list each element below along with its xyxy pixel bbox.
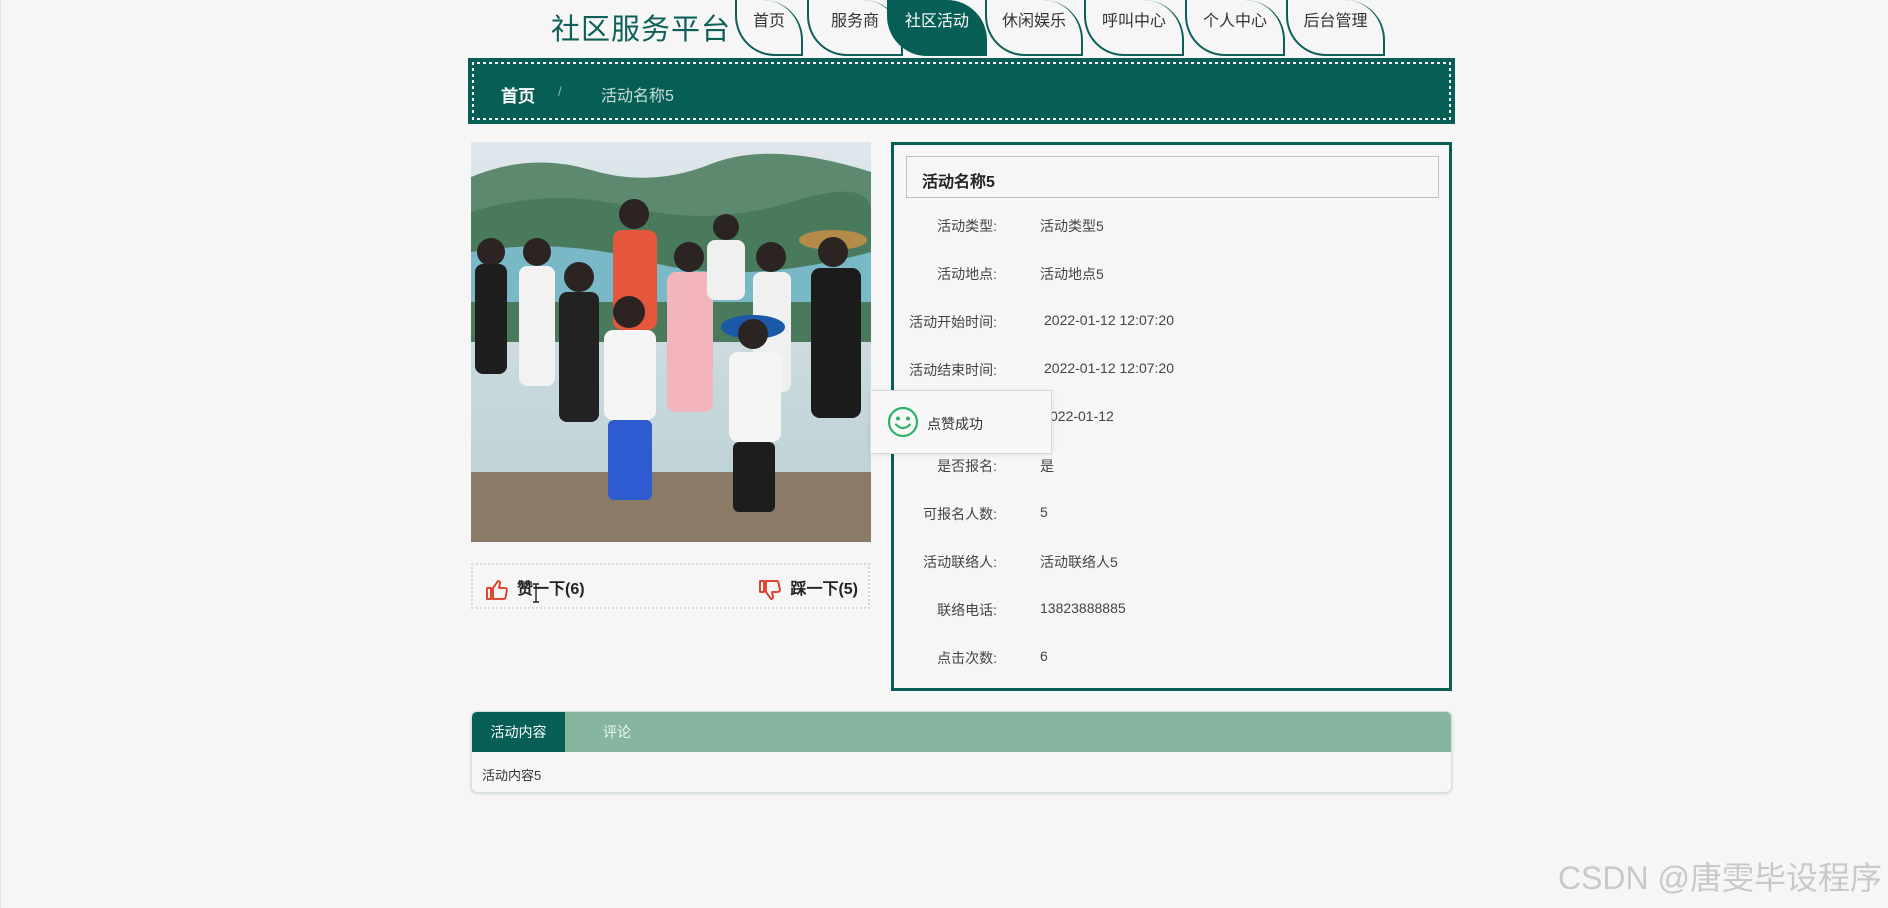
detail-title: 活动名称5 xyxy=(922,174,995,191)
field-label: 活动类型: xyxy=(937,218,997,234)
smile-icon xyxy=(887,406,919,438)
field-label: 活动联络人: xyxy=(923,554,997,570)
field-value: 2022-01-12 12:07:20 xyxy=(1044,312,1174,328)
nav-leisure[interactable]: 休闲娱乐 xyxy=(985,0,1083,56)
nav-call-center[interactable]: 呼叫中心 xyxy=(1084,0,1184,56)
field-value: 6 xyxy=(1040,648,1048,664)
field-row-end-time: 活动结束时间: 2022-01-12 12:07:20 xyxy=(894,360,1449,380)
tab-activity-content[interactable]: 活动内容 xyxy=(472,712,565,752)
field-row-capacity: 可报名人数: 5 xyxy=(894,504,1449,524)
field-value: 活动联络人5 xyxy=(1040,554,1118,570)
nav-personal-center[interactable]: 个人中心 xyxy=(1185,0,1285,56)
watermark: CSDN @唐雯毕设程序 xyxy=(1557,860,1882,896)
field-label: 可报名人数: xyxy=(923,506,997,522)
field-row-registered: 是否报名: 是 xyxy=(894,456,1449,476)
toast-message: 点赞成功 xyxy=(927,416,983,432)
nav-community-activities[interactable]: 社区活动 xyxy=(887,0,987,56)
field-label: 联络电话: xyxy=(937,602,997,618)
like-success-toast: 点赞成功 xyxy=(870,390,1052,454)
breadcrumb-current: 活动名称5 xyxy=(601,88,674,105)
field-row-start-time: 活动开始时间: 2022-01-12 12:07:20 xyxy=(894,312,1449,332)
detail-title-box: 活动名称5 xyxy=(906,156,1439,198)
tab-comments[interactable]: 评论 xyxy=(567,712,667,752)
nav-admin[interactable]: 后台管理 xyxy=(1286,0,1385,56)
field-label: 是否报名: xyxy=(937,458,997,474)
nav-home[interactable]: 首页 xyxy=(735,0,803,56)
field-label: 点击次数: xyxy=(937,650,997,666)
field-label: 活动结束时间: xyxy=(909,362,997,378)
dislike-label: 踩一下(5) xyxy=(790,581,858,598)
breadcrumb: 首页 / 活动名称5 xyxy=(468,58,1455,124)
page-left-border xyxy=(0,0,1,908)
field-value: 活动类型5 xyxy=(1040,218,1104,234)
field-value: 13823888885 xyxy=(1040,600,1126,616)
like-label: 赞一下(6) xyxy=(517,581,585,598)
dislike-button[interactable]: 踩一下(5) xyxy=(758,575,858,601)
breadcrumb-home-link[interactable]: 首页 xyxy=(501,82,535,107)
field-value: 是 xyxy=(1040,458,1054,474)
field-row-location: 活动地点: 活动地点5 xyxy=(894,264,1449,284)
thumbs-up-icon xyxy=(486,579,508,600)
tab-panel-content: 活动内容5 xyxy=(482,768,542,783)
field-value: 022-01-12 xyxy=(1050,408,1114,424)
field-row-phone: 联络电话: 13823888885 xyxy=(894,600,1449,620)
field-value: 活动地点5 xyxy=(1040,266,1104,282)
activity-photo xyxy=(471,142,871,542)
site-title[interactable]: 社区服务平台 xyxy=(551,6,731,48)
field-value: 2022-01-12 12:07:20 xyxy=(1044,360,1174,376)
text-cursor-icon xyxy=(533,583,539,603)
thumbs-down-icon xyxy=(759,579,782,600)
activity-photo-illustration xyxy=(471,142,871,542)
breadcrumb-separator: / xyxy=(558,84,562,99)
field-row-clicks: 点击次数: 6 xyxy=(894,648,1449,668)
field-label: 活动地点: xyxy=(937,266,997,282)
field-row-contact: 活动联络人: 活动联络人5 xyxy=(894,552,1449,572)
field-value: 5 xyxy=(1040,504,1048,520)
content-tabs: 活动内容 评论 活动内容5 xyxy=(471,711,1452,793)
field-row-type: 活动类型: 活动类型5 xyxy=(894,216,1449,236)
field-label: 活动开始时间: xyxy=(909,314,997,330)
tab-bar: 活动内容 评论 xyxy=(472,712,1451,752)
